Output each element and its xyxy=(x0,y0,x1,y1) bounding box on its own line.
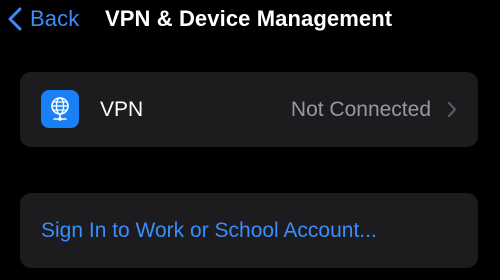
back-button[interactable]: Back xyxy=(8,5,79,33)
vpn-status-value: Not Connected xyxy=(290,98,431,121)
page-title: VPN & Device Management xyxy=(105,6,393,31)
vpn-label: VPN xyxy=(100,98,144,121)
vpn-row[interactable]: VPN Not Connected xyxy=(20,72,478,147)
vpn-device-management-screen: Back VPN & Device Management VPN Not Con… xyxy=(0,0,500,280)
chevron-right-icon xyxy=(447,101,457,123)
navigation-bar: Back VPN & Device Management xyxy=(0,0,500,40)
back-label: Back xyxy=(30,6,80,31)
sign-in-account-link[interactable]: Sign In to Work or School Account... xyxy=(41,217,377,244)
globe-network-icon xyxy=(41,90,79,128)
chevron-left-icon xyxy=(8,7,22,31)
sign-in-account-row[interactable]: Sign In to Work or School Account... xyxy=(20,193,478,268)
